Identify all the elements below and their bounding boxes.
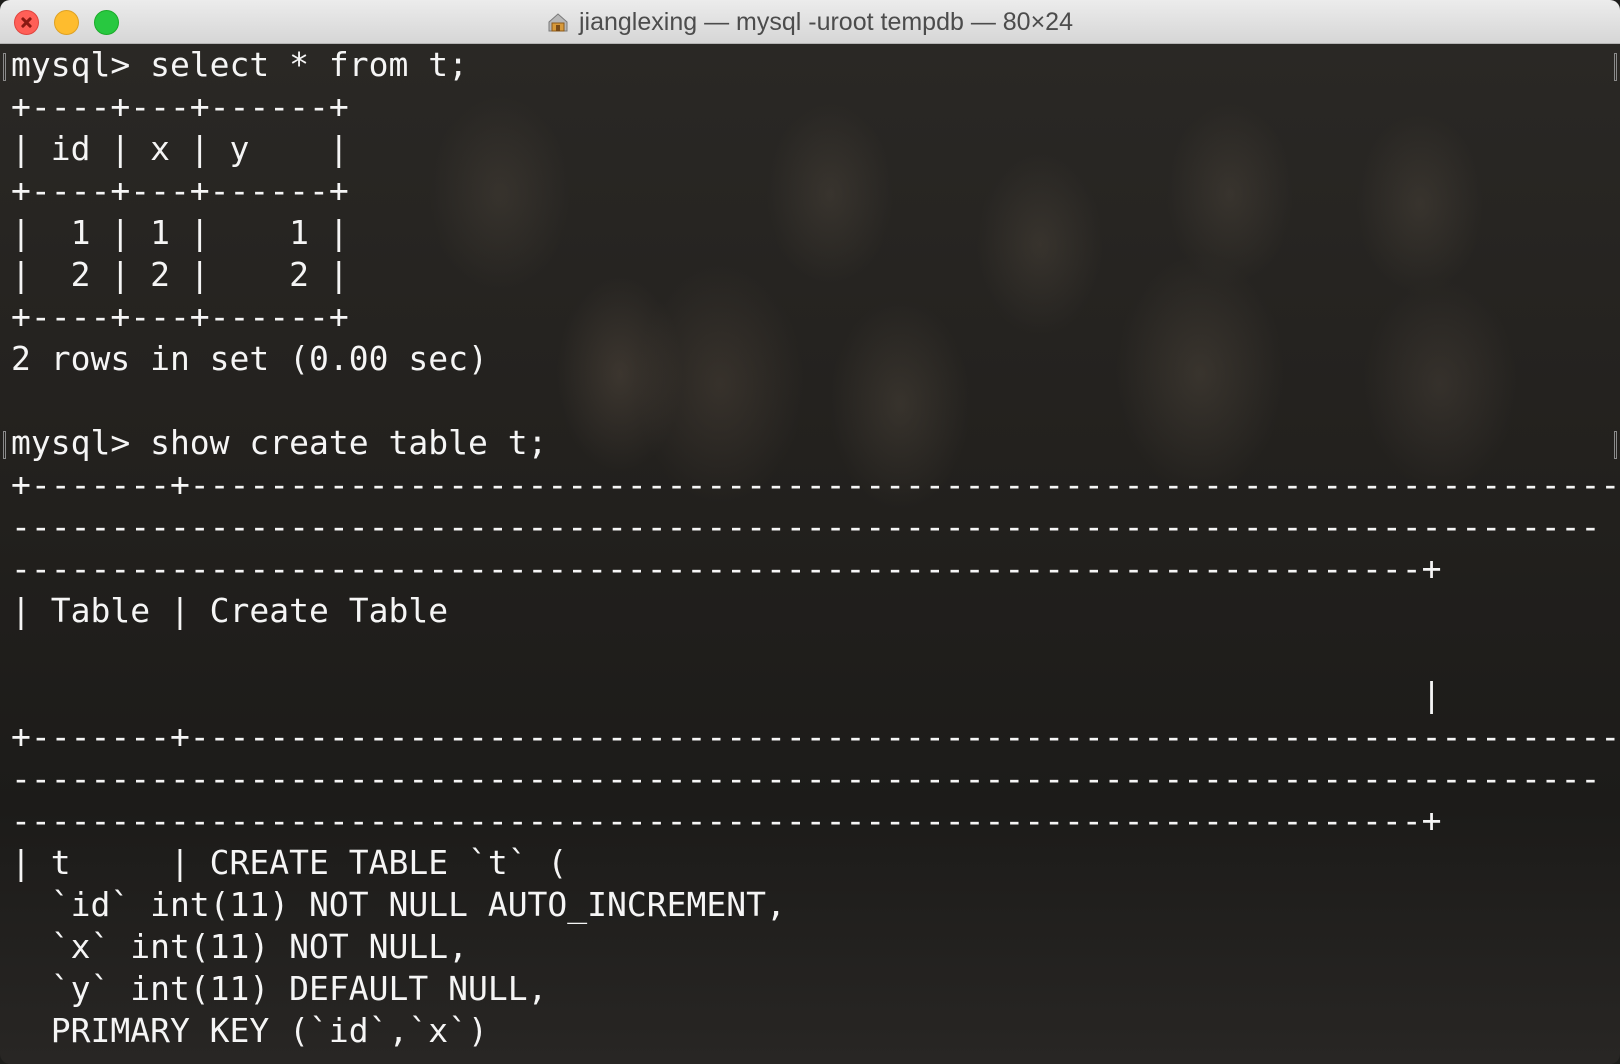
- terminal-line: | t | CREATE TABLE `t` (: [11, 843, 568, 882]
- terminal-line: | id | x | y |: [11, 129, 349, 168]
- title-bar[interactable]: jianglexing — mysql -uroot tempdb — 80×2…: [0, 0, 1620, 44]
- terminal-line: `id` int(11) NOT NULL AUTO_INCREMENT,: [11, 885, 786, 924]
- terminal-line: | 2 | 2 | 2 |: [11, 255, 349, 294]
- terminal-line: +----+---+------+: [11, 297, 349, 336]
- terminal-line: ----------------------------------------…: [11, 549, 1442, 588]
- terminal-line: PRIMARY KEY (`id`,`x`): [11, 1011, 488, 1050]
- window-title-group: jianglexing — mysql -uroot tempdb — 80×2…: [0, 0, 1620, 44]
- terminal-line: |: [11, 675, 1442, 714]
- marked-line-bracket-icon: [3, 431, 6, 459]
- terminal-window: jianglexing — mysql -uroot tempdb — 80×2…: [0, 0, 1620, 1064]
- terminal-line: ----------------------------------------…: [11, 801, 1442, 840]
- terminal-line: +-------+-------------------------------…: [11, 717, 1620, 756]
- terminal-line: 2 rows in set (0.00 sec): [11, 339, 488, 378]
- terminal-line: +----+---+------+: [11, 87, 349, 126]
- terminal-line: mysql> select * from t;: [11, 45, 468, 84]
- terminal-line: ----------------------------------------…: [11, 759, 1601, 798]
- terminal-line: ----------------------------------------…: [11, 507, 1601, 546]
- home-folder-icon: [547, 11, 569, 33]
- terminal-line: +----+---+------+: [11, 171, 349, 210]
- terminal-line: `x` int(11) NOT NULL,: [11, 927, 468, 966]
- terminal-output: mysql> select * from t; +----+---+------…: [11, 44, 1620, 1052]
- terminal-line: mysql> show create table t;: [11, 423, 548, 462]
- terminal-content[interactable]: mysql> select * from t; +----+---+------…: [0, 44, 1620, 1064]
- terminal-line: | Table | Create Table: [11, 591, 449, 630]
- terminal-line: `y` int(11) DEFAULT NULL,: [11, 969, 548, 1008]
- terminal-line: | 1 | 1 | 1 |: [11, 213, 349, 252]
- terminal-line: +-------+-------------------------------…: [11, 465, 1620, 504]
- marked-line-bracket-icon: [3, 53, 6, 81]
- window-title: jianglexing — mysql -uroot tempdb — 80×2…: [578, 7, 1073, 36]
